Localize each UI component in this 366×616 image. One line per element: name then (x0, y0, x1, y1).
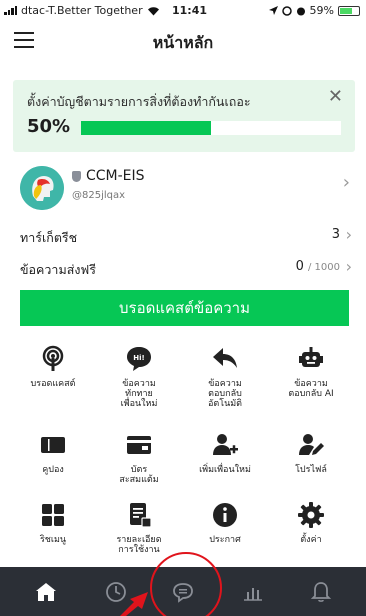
annotation-arrow-icon (120, 592, 148, 616)
auto-reply-icon (213, 348, 237, 368)
target-reach-value: 3 (331, 227, 340, 242)
account-profile[interactable]: CCM-EIS @825jlqax › (0, 160, 366, 210)
rich-menu-icon (42, 504, 64, 526)
add-friend-icon (213, 434, 238, 455)
chevron-right-icon: › (345, 225, 352, 244)
account-name: CCM-EIS (86, 168, 145, 184)
menu-coupon[interactable]: คูปอง (10, 431, 96, 475)
menu-label: รายละเอียด การใช้งาน (116, 535, 162, 555)
setup-progress-bar (81, 121, 341, 135)
lock-rotation-icon (281, 5, 292, 16)
menu-reward-card[interactable]: บัตร สะสมแต้ม (96, 431, 182, 485)
wifi-icon (147, 6, 159, 15)
menu-label: บัตร สะสมแต้ม (119, 465, 159, 485)
free-messages-row[interactable]: ข้อความส่งฟรี 0 / 1000 › (0, 254, 366, 282)
menu-broadcast[interactable]: บรอดแคสต์ (10, 345, 96, 389)
free-messages-value-group: 0 / 1000 (296, 259, 340, 274)
free-messages-limit: / 1000 (308, 262, 340, 273)
annotation-circle (150, 552, 222, 616)
signal-icon (4, 6, 17, 15)
menu-auto-reply[interactable]: ข้อความ ตอบกลับ อัตโนมัติ (182, 345, 268, 409)
account-id: @825jlqax (72, 190, 126, 201)
insight-chart-icon[interactable] (238, 577, 268, 607)
menu-usage-report[interactable]: รายละเอียด การใช้งาน (96, 501, 182, 555)
carrier-name: dtac-T.Better Together (21, 4, 143, 17)
ai-reply-icon (299, 347, 323, 367)
menu-announcement[interactable]: ประกาศ (182, 501, 268, 545)
chevron-right-icon: › (342, 172, 350, 193)
banner-text: ตั้งค่าบัญชีตามรายการสิ่งที่ต้องทำกันเถอ… (27, 94, 251, 109)
menu-greeting-message[interactable]: Hi! ข้อความ ทักทาย เพื่อนใหม่ (96, 345, 182, 409)
menu-label: เพิ่มเพื่อนใหม่ (199, 465, 251, 475)
broadcast-icon (42, 345, 64, 371)
battery-icon (338, 5, 360, 16)
progress-percent: 50% (27, 116, 71, 137)
app-header: หน้าหลัก (0, 20, 366, 64)
svg-text:Hi!: Hi! (133, 354, 144, 362)
chevron-right-icon: › (345, 257, 352, 276)
location-icon (268, 6, 278, 15)
clock-time: 11:41 (172, 4, 208, 17)
avatar (20, 166, 64, 210)
menu-label: ตั้งค่า (300, 535, 322, 545)
menu-label: ข้อความ ตอบกลับ อัตโนมัติ (207, 379, 242, 409)
broadcast-message-button[interactable]: บรอดแคสต์ข้อความ (20, 290, 349, 326)
usage-report-icon (130, 503, 152, 528)
verified-shield-icon (72, 170, 81, 182)
menu-label: บรอดแคสต์ (30, 379, 76, 389)
profile-edit-icon (299, 434, 324, 455)
home-icon[interactable] (31, 577, 61, 607)
menu-profile[interactable]: โปรไฟล์ (268, 431, 354, 475)
announcement-icon (213, 503, 237, 527)
menu-ai-reply[interactable]: ข้อความ ตอบกลับ AI (268, 345, 354, 399)
menu-add-friend[interactable]: เพิ่มเพื่อนใหม่ (182, 431, 268, 475)
close-icon[interactable]: ✕ (328, 86, 343, 107)
battery-percent: 59% (309, 4, 334, 17)
menu-label: ข้อความ ทักทาย เพื่อนใหม่ (120, 379, 158, 409)
target-reach-label: ทาร์เก็ตรีช (20, 230, 78, 245)
menu-label: โปรไฟล์ (295, 465, 327, 475)
bell-icon[interactable] (306, 577, 336, 607)
reward-card-icon (127, 436, 151, 454)
status-bar: dtac-T.Better Together 11:41 59% (0, 0, 366, 20)
settings-gear-icon (298, 502, 324, 528)
free-messages-count: 0 (295, 259, 304, 274)
target-reach-row[interactable]: ทาร์เก็ตรีช 3 › (0, 222, 366, 250)
coupon-icon (41, 437, 65, 453)
setup-banner[interactable]: ตั้งค่าบัญชีตามรายการสิ่งที่ต้องทำกันเถอ… (13, 80, 355, 152)
menu-label: ริชเมนู (39, 535, 67, 545)
greeting-message-icon: Hi! (127, 347, 151, 371)
page-title: หน้าหลัก (152, 33, 214, 52)
menu-label: คูปอง (42, 465, 64, 475)
alarm-icon (296, 7, 305, 15)
menu-rich-menu[interactable]: ริชเมนู (10, 501, 96, 545)
menu-label: ข้อความ ตอบกลับ AI (288, 379, 334, 399)
menu-settings[interactable]: ตั้งค่า (268, 501, 354, 545)
menu-label: ประกาศ (209, 535, 241, 545)
free-messages-label: ข้อความส่งฟรี (20, 262, 96, 277)
